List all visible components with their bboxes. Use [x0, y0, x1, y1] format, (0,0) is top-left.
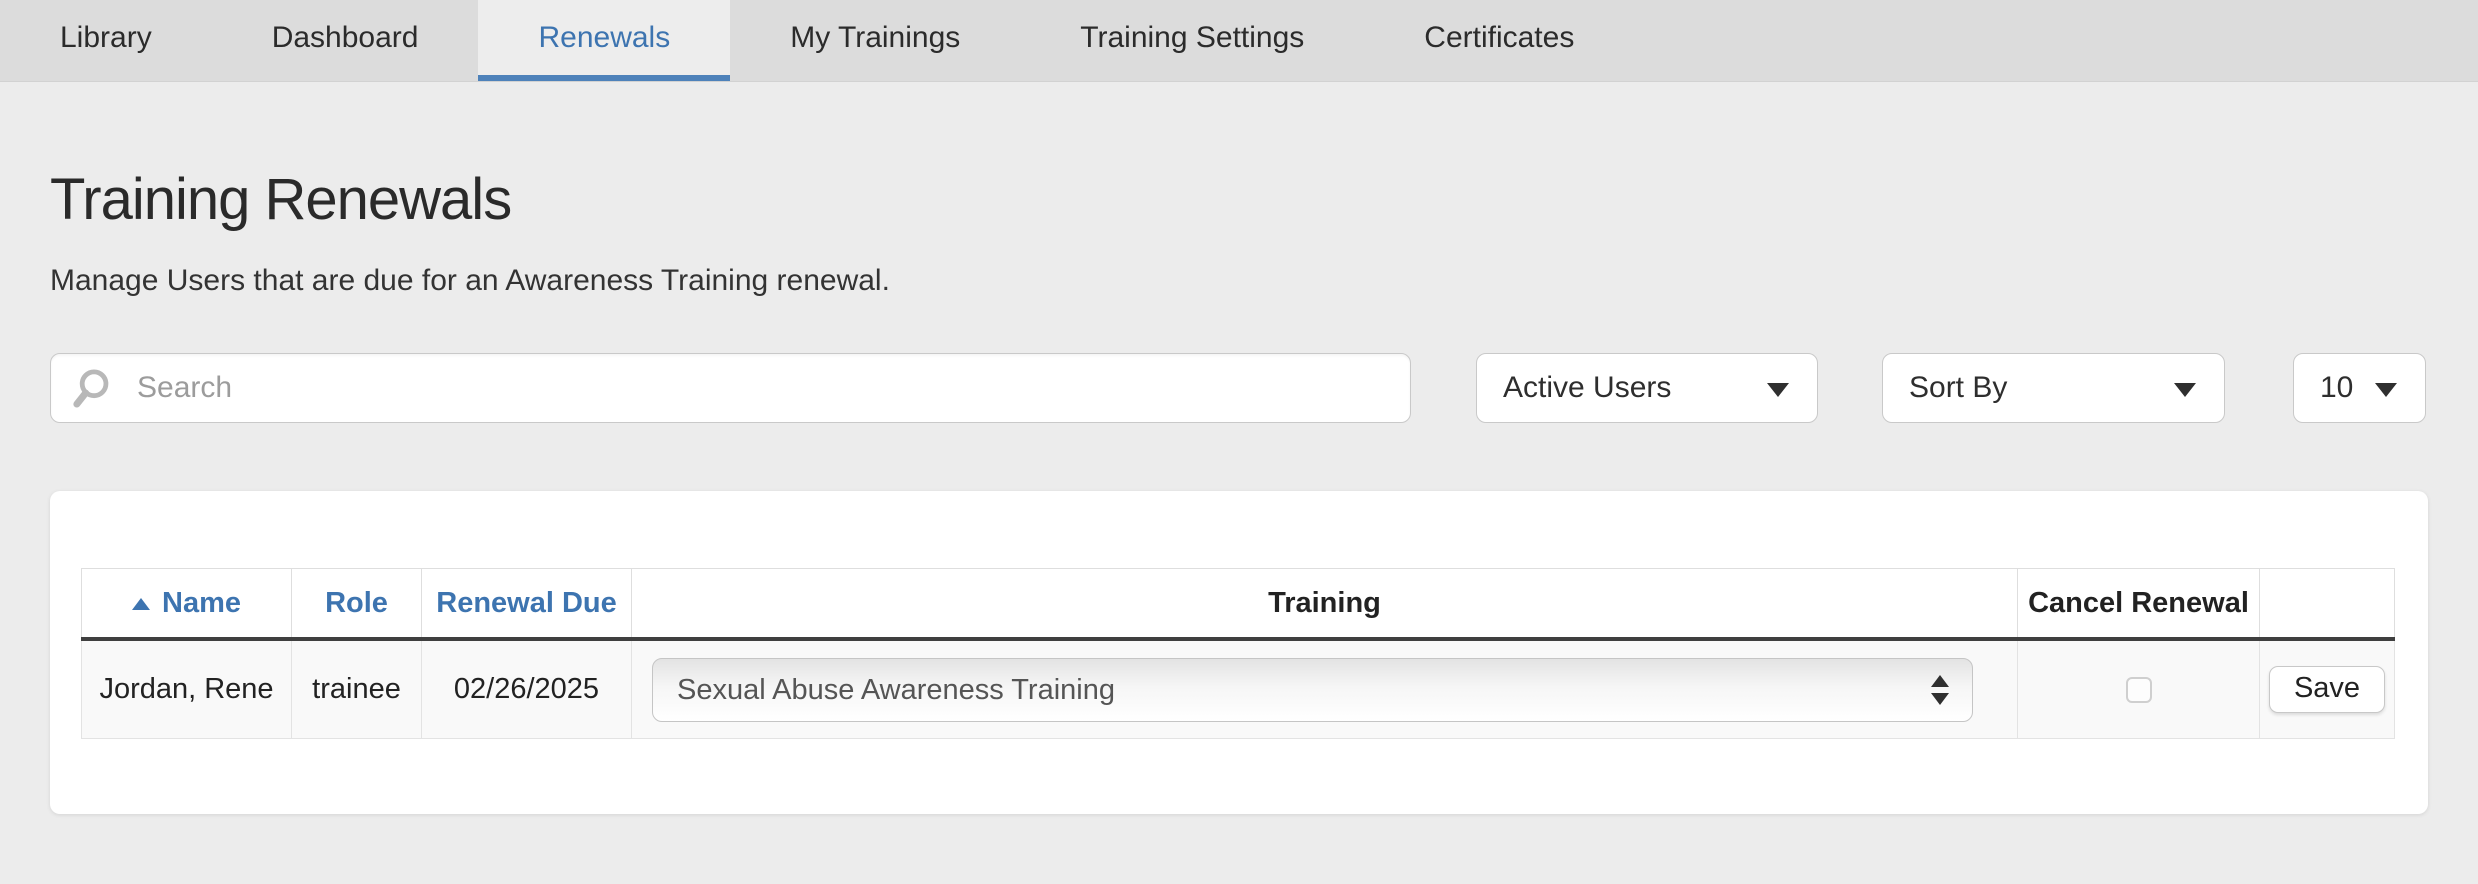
filter-toolbar: Active Users Sort By 10 — [50, 353, 2428, 424]
table-row: Jordan, Rene trainee 02/26/2025 Sexual A… — [81, 638, 2395, 740]
renewals-card: Name Role Renewal Due Training Cancel Re… — [50, 491, 2428, 815]
save-button[interactable]: Save — [2268, 666, 2386, 714]
tab-dashboard[interactable]: Dashboard — [212, 0, 479, 81]
column-header-actions — [2259, 568, 2395, 641]
user-filter-value: Active Users — [1503, 371, 1672, 405]
cell-cancel-renewal — [2017, 638, 2260, 740]
top-navigation: Library Dashboard Renewals My Trainings … — [0, 0, 2478, 82]
table-header-row: Name Role Renewal Due Training Cancel Re… — [81, 568, 2395, 641]
page-title: Training Renewals — [50, 167, 512, 232]
page-subtitle: Manage Users that are due for an Awarene… — [50, 263, 890, 297]
column-header-renewal-due[interactable]: Renewal Due — [421, 568, 632, 641]
tab-library[interactable]: Library — [0, 0, 212, 81]
tab-my-trainings[interactable]: My Trainings — [730, 0, 1020, 81]
column-header-name[interactable]: Name — [81, 568, 292, 641]
cell-name: Jordan, Rene — [81, 638, 292, 740]
cell-actions: Save — [2259, 638, 2395, 740]
renewals-table: Name Role Renewal Due Training Cancel Re… — [81, 568, 2395, 740]
tab-certificates[interactable]: Certificates — [1364, 0, 1634, 81]
page-size-value: 10 — [2320, 371, 2354, 405]
chevron-down-icon — [2375, 383, 2397, 398]
chevron-down-icon — [1767, 383, 1789, 398]
cell-role: trainee — [291, 638, 422, 740]
user-filter-dropdown[interactable]: Active Users — [1476, 353, 1818, 424]
cancel-renewal-checkbox[interactable] — [2125, 677, 2152, 704]
tab-renewals[interactable]: Renewals — [478, 0, 731, 81]
column-header-role[interactable]: Role — [291, 568, 422, 641]
training-select[interactable]: Sexual Abuse Awareness Training — [652, 657, 1973, 722]
sort-by-value: Sort By — [1909, 371, 2008, 405]
search-box — [50, 353, 1411, 424]
main-content: Training Renewals Manage Users that are … — [0, 167, 2478, 815]
chevron-down-icon — [2174, 383, 2196, 398]
column-header-cancel-renewal: Cancel Renewal — [2017, 568, 2260, 641]
page-size-dropdown[interactable]: 10 — [2293, 353, 2426, 424]
search-input[interactable] — [50, 353, 1411, 424]
cell-training: Sexual Abuse Awareness Training — [631, 638, 2018, 740]
tab-training-settings[interactable]: Training Settings — [1020, 0, 1364, 81]
sort-ascending-icon — [132, 597, 150, 610]
column-header-training: Training — [631, 568, 2018, 641]
cell-renewal-due: 02/26/2025 — [421, 638, 632, 740]
training-select-wrap: Sexual Abuse Awareness Training — [652, 657, 1973, 722]
sort-by-dropdown[interactable]: Sort By — [1882, 353, 2225, 424]
